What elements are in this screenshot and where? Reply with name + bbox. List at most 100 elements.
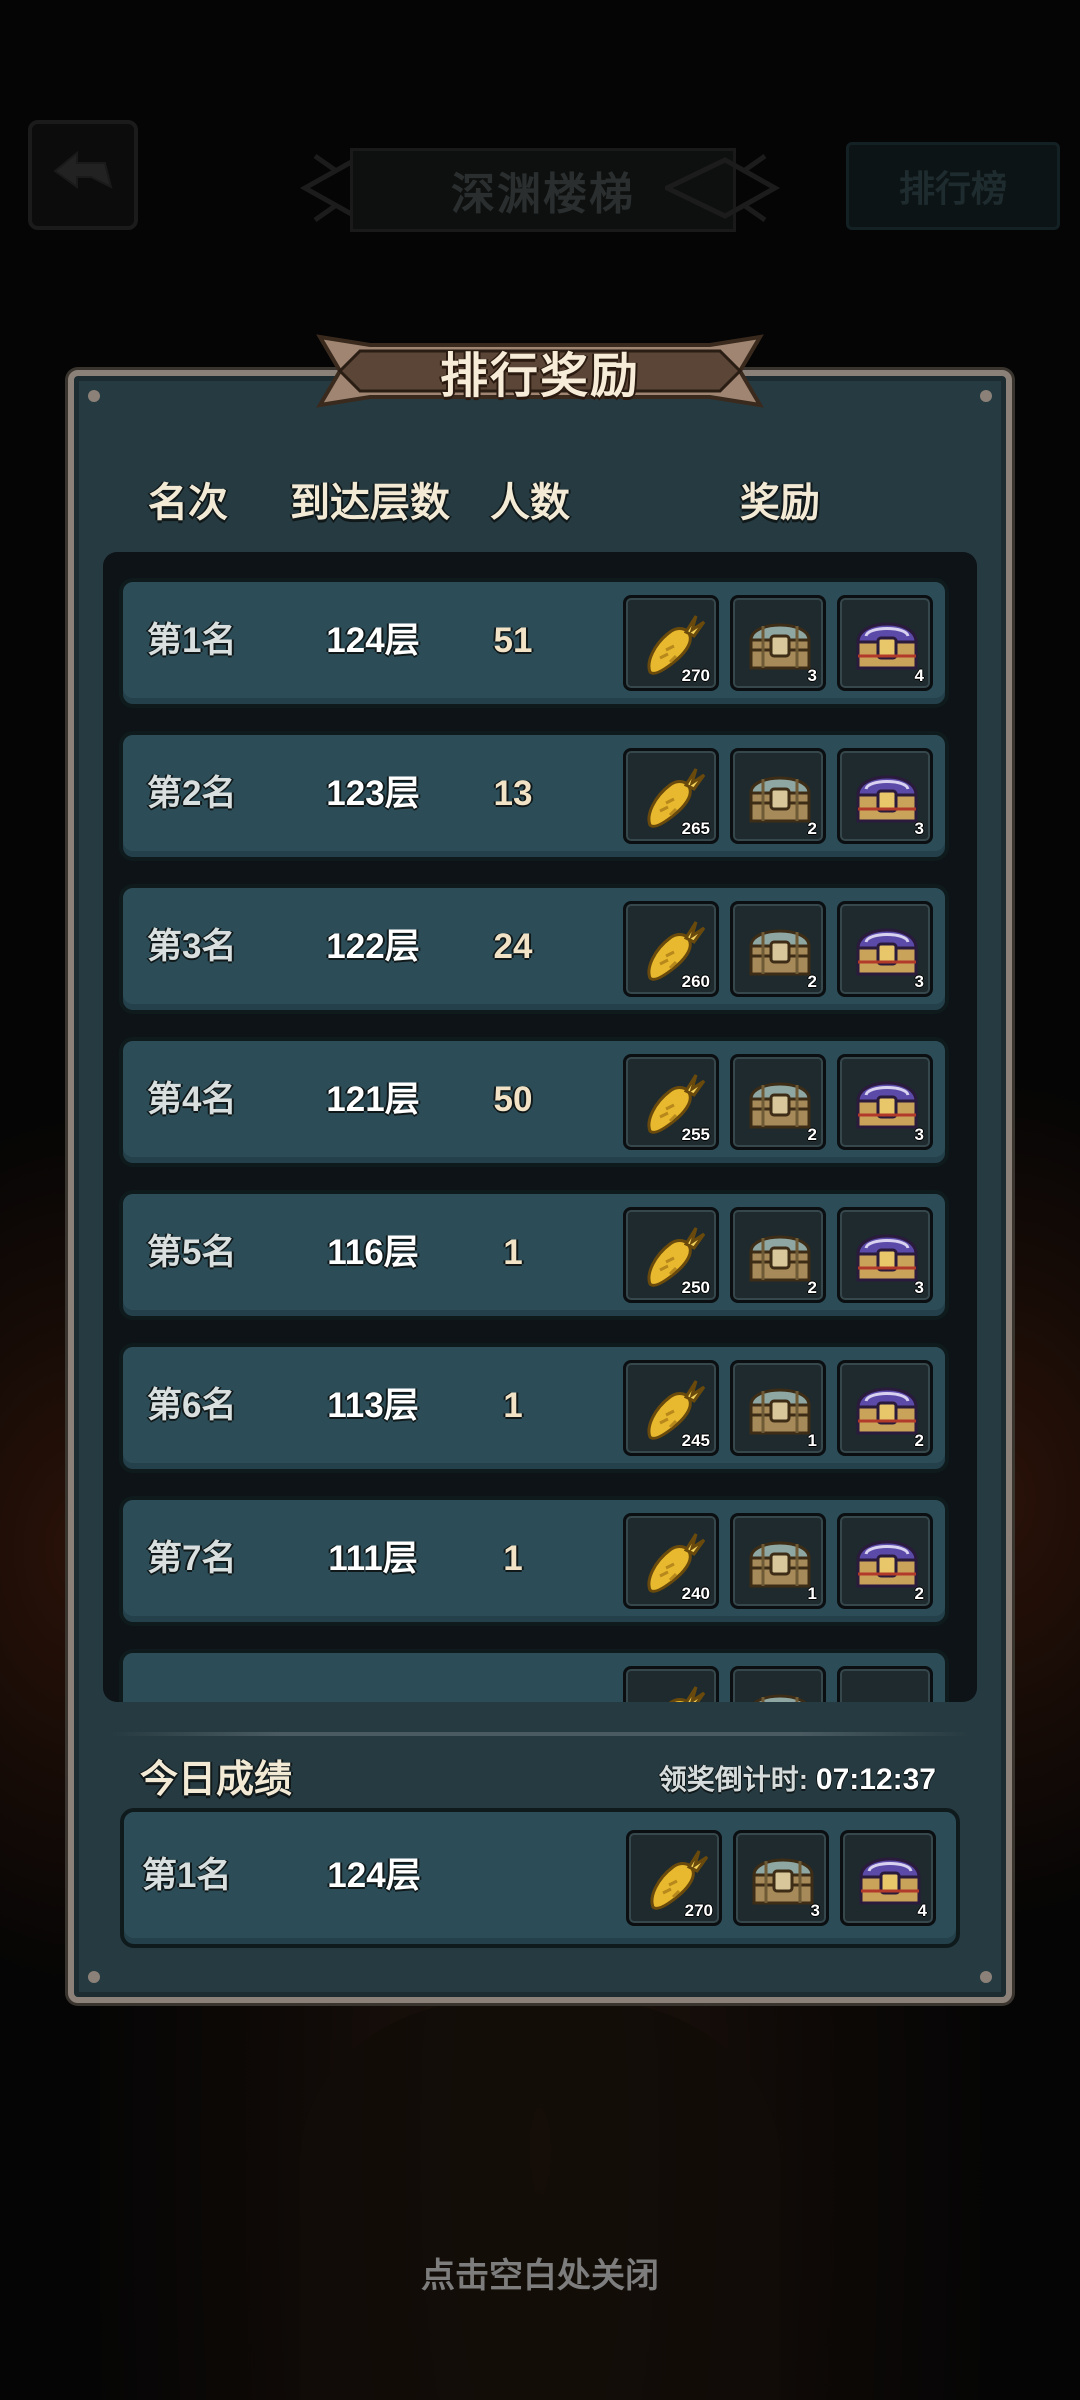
corner-rivet — [88, 1971, 100, 1983]
player-count: 13 — [493, 774, 533, 813]
rank-label: 第4名 — [147, 1080, 237, 1119]
modal-title: 排行奖励 — [439, 350, 640, 403]
reward-qty: 1 — [807, 1431, 817, 1450]
reward-slot[interactable]: 255 — [623, 1054, 719, 1150]
reward-slot[interactable]: 4 — [837, 595, 933, 691]
player-count: 24 — [493, 927, 533, 966]
rank-label: 第1名 — [142, 1856, 232, 1895]
reward-qty: 245 — [681, 1431, 710, 1450]
reward-countdown: 领奖倒计时: 07:12:37 — [659, 1758, 936, 1798]
player-count: 1 — [503, 1386, 523, 1425]
background-rock — [300, 2000, 780, 2400]
purple-chest-icon — [850, 1065, 924, 1139]
floor-value: 124层 — [326, 621, 420, 660]
reward-qty: 3 — [807, 666, 817, 685]
reward-slot[interactable] — [837, 1666, 933, 1702]
reward-qty: 2 — [807, 819, 817, 838]
reward-qty: 2 — [914, 1584, 924, 1603]
reward-qty: 2 — [807, 972, 817, 991]
reward-slot[interactable]: 3 — [837, 1054, 933, 1150]
reward-qty: 4 — [914, 666, 924, 685]
reward-slot[interactable]: 270 — [626, 1830, 722, 1926]
column-header-floor: 到达层数 — [290, 481, 450, 525]
reward-qty: 3 — [914, 972, 924, 991]
title-ornament-right-icon — [665, 153, 781, 223]
reward-slot[interactable]: 250 — [623, 1207, 719, 1303]
purple-chest-icon — [850, 759, 924, 833]
reward-slot[interactable]: 260 — [623, 901, 719, 997]
column-header-reward: 奖励 — [740, 481, 820, 525]
floor-value: 124层 — [327, 1856, 421, 1895]
reward-slot[interactable]: 2 — [730, 901, 826, 997]
reward-slot[interactable]: 2 — [730, 1207, 826, 1303]
reward-slot[interactable] — [623, 1666, 719, 1702]
reward-slot[interactable]: 3 — [837, 748, 933, 844]
modal-title-banner: 排行奖励 — [310, 327, 770, 415]
reward-qty: 3 — [914, 1125, 924, 1144]
reward-slot[interactable]: 3 — [837, 901, 933, 997]
reward-qty: 265 — [681, 819, 710, 838]
reward-slot[interactable]: 1 — [730, 1513, 826, 1609]
reward-slot[interactable]: 2 — [837, 1360, 933, 1456]
ranking-row: 第7名 111层 1 240 1 2 — [119, 1496, 949, 1626]
leaderboard-button[interactable]: 排行榜 — [846, 142, 1060, 230]
reward-qty: 3 — [914, 1278, 924, 1297]
purple-chest-icon — [850, 912, 924, 986]
ranking-row: 第6名 113层 1 245 1 2 — [119, 1343, 949, 1473]
reward-qty: 270 — [681, 666, 710, 685]
rank-label: 第3名 — [147, 927, 237, 966]
rank-label: 第7名 — [147, 1539, 237, 1578]
reward-slot[interactable]: 245 — [623, 1360, 719, 1456]
tap-to-close-hint[interactable]: 点击空白处关闭 — [0, 2248, 1080, 2297]
bronze-chest-icon — [746, 1841, 820, 1915]
purple-chest-icon — [850, 1218, 924, 1292]
ranking-list[interactable]: 第1名 124层 51 270 3 4 第2名 123层 13 265 2 3 … — [103, 552, 977, 1702]
reward-qty: 2 — [807, 1125, 817, 1144]
column-header-rank: 名次 — [148, 481, 228, 525]
bronze-chest-icon — [743, 912, 817, 986]
reward-slot[interactable]: 3 — [837, 1207, 933, 1303]
ranking-row: 第2名 123层 13 265 2 3 — [119, 731, 949, 861]
column-header-count: 人数 — [490, 481, 570, 525]
reward-slot[interactable]: 240 — [623, 1513, 719, 1609]
reward-qty: 2 — [914, 1431, 924, 1450]
reward-slot[interactable]: 4 — [840, 1830, 936, 1926]
ranking-row-partial — [119, 1649, 949, 1702]
today-result-row: 第1名 124层 270 3 4 — [120, 1808, 960, 1948]
reward-slot[interactable]: 265 — [623, 748, 719, 844]
reward-slot[interactable]: 2 — [730, 1054, 826, 1150]
reward-qty: 1 — [807, 1584, 817, 1603]
ranking-row: 第1名 124层 51 270 3 4 — [119, 578, 949, 708]
reward-qty: 3 — [810, 1901, 820, 1920]
player-count: 1 — [503, 1233, 523, 1272]
purple-chest-icon — [850, 606, 924, 680]
golden-carrot-icon — [636, 1677, 710, 1702]
player-count: 50 — [493, 1080, 533, 1119]
floor-value: 116层 — [327, 1233, 419, 1272]
reward-qty: 3 — [914, 819, 924, 838]
corner-rivet — [980, 390, 992, 402]
back-arrow-icon — [53, 150, 113, 189]
corner-rivet — [980, 1971, 992, 1983]
ranking-row: 第5名 116层 1 250 2 3 — [119, 1190, 949, 1320]
countdown-label: 领奖倒计时: — [658, 1764, 809, 1795]
corner-rivet — [88, 390, 100, 402]
reward-qty: 255 — [681, 1125, 710, 1144]
rank-label: 第2名 — [147, 774, 237, 813]
reward-slot[interactable]: 270 — [623, 595, 719, 691]
reward-slot[interactable]: 3 — [733, 1830, 829, 1926]
reward-slot[interactable]: 3 — [730, 595, 826, 691]
back-button[interactable] — [28, 120, 138, 230]
reward-qty: 240 — [681, 1584, 710, 1603]
reward-qty: 4 — [917, 1901, 927, 1920]
reward-slot[interactable]: 1 — [730, 1360, 826, 1456]
reward-slot[interactable]: 2 — [837, 1513, 933, 1609]
reward-qty: 270 — [684, 1901, 713, 1920]
floor-value: 122层 — [326, 927, 420, 966]
countdown-time: 07:12:37 — [815, 1763, 936, 1796]
purple-chest-icon — [853, 1841, 927, 1915]
reward-slot[interactable]: 2 — [730, 748, 826, 844]
reward-slot[interactable] — [730, 1666, 826, 1702]
bronze-chest-icon — [743, 759, 817, 833]
bronze-chest-icon — [743, 1065, 817, 1139]
